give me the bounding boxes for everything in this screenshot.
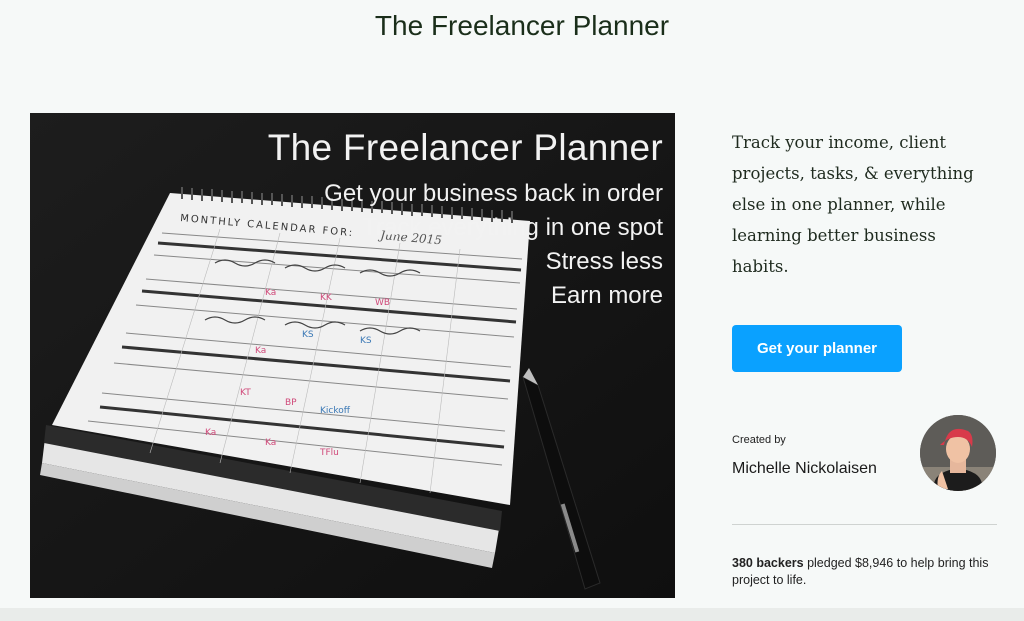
bottom-band — [0, 608, 1024, 621]
sidebar-divider — [732, 524, 997, 525]
hero-title: The Freelancer Planner — [267, 127, 663, 168]
backers-count: 380 backers — [732, 556, 804, 570]
hero-line-3: Stress less — [545, 248, 663, 275]
creator-name[interactable]: Michelle Nickolaisen — [732, 460, 877, 478]
svg-text:TFlu: TFlu — [319, 448, 339, 458]
svg-text:KS: KS — [302, 330, 314, 340]
backers-summary: 380 backers pledged $8,946 to help bring… — [732, 555, 994, 589]
hero-line-2: Track everything in one spot — [362, 214, 663, 241]
hero-line-4: Earn more — [550, 282, 663, 309]
hero-image[interactable]: Ka KK WB Ka KT BP Ka Ka TFlu KS KS Kickoff MONTH… — [30, 113, 675, 598]
svg-text:KS: KS — [360, 336, 372, 346]
hero-line-1: Get your business back in order — [324, 180, 663, 207]
created-by-label: Created by — [732, 434, 786, 446]
project-blurb: Track your income, client projects, task… — [732, 133, 974, 276]
svg-text:Kickoff: Kickoff — [320, 406, 351, 416]
svg-text:Ka: Ka — [205, 428, 216, 438]
hero-text: The Freelancer Planner Get your business… — [268, 125, 663, 313]
get-planner-button[interactable]: Get your planner — [732, 325, 902, 372]
svg-text:Ka: Ka — [265, 438, 276, 448]
svg-text:BP: BP — [285, 398, 297, 408]
svg-text:KT: KT — [240, 388, 251, 398]
creator-avatar[interactable] — [920, 415, 996, 491]
svg-text:Ka: Ka — [255, 346, 266, 356]
avatar-portrait — [920, 415, 996, 491]
page-title: The Freelancer Planner — [374, 10, 670, 41]
